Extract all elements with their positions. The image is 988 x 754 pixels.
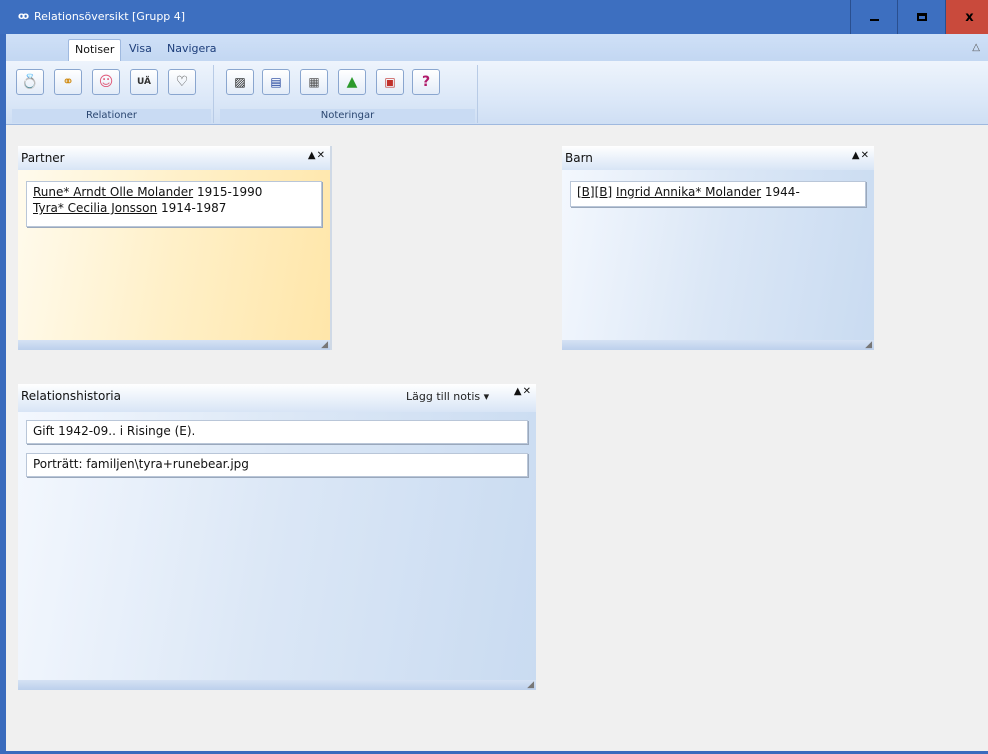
history-panel-header: Relationshistoria Lägg till notis ▾ ▲✕ bbox=[18, 384, 536, 412]
partner-heart-button[interactable]: ☺ bbox=[92, 69, 120, 95]
panel-close-icon[interactable]: ✕ bbox=[523, 386, 532, 397]
panel-collapse-icon[interactable]: ▲ bbox=[308, 150, 317, 161]
close-icon: x bbox=[965, 9, 974, 25]
relation-overview-window: ꝏ Relationsöversikt [Grupp 4] x Notiser … bbox=[0, 0, 988, 754]
barn-panel: Barn ▲✕ [B][B] Ingrid Annika* Molander 1… bbox=[562, 146, 874, 350]
warning-note-button[interactable]: ▲ bbox=[338, 69, 366, 95]
partner-panel-header: Partner ▲✕ bbox=[18, 146, 330, 170]
child-link[interactable]: Ingrid Annika* Molander bbox=[616, 185, 761, 199]
panel-collapse-icon[interactable]: ▲ bbox=[852, 150, 861, 161]
history-entry[interactable]: Gift 1942-09.. i Risinge (E). bbox=[26, 420, 528, 444]
panel-close-icon[interactable]: ✕ bbox=[861, 150, 870, 161]
add-note-label: Lägg till notis bbox=[406, 390, 481, 403]
maximize-icon bbox=[916, 13, 927, 21]
heart-face-icon: ☺ bbox=[98, 74, 114, 90]
ribbon-group-relationer: 💍 ⚭ ☺ UÄ ♡ Relationer bbox=[10, 65, 214, 123]
barn-panel-footer: ◢ bbox=[562, 340, 874, 350]
close-button[interactable]: x bbox=[945, 0, 988, 34]
tab-visa[interactable]: Visa bbox=[123, 39, 158, 61]
rings-icon: ⚭ bbox=[62, 74, 74, 90]
ribbon-group-label-noteringar: Noteringar bbox=[220, 109, 475, 123]
resize-grip-icon[interactable]: ◢ bbox=[527, 680, 534, 690]
divorce-button[interactable]: ♡ bbox=[168, 69, 196, 95]
source-note-button[interactable]: ▣ bbox=[376, 69, 404, 95]
child-prefix-link[interactable]: [B][B] bbox=[577, 185, 612, 199]
document-icon: ▤ bbox=[270, 75, 282, 89]
image-icon: ▨ bbox=[234, 75, 246, 89]
partner-panel-footer: ◢ bbox=[18, 340, 330, 350]
ring-icon: 💍 bbox=[21, 74, 39, 90]
panel-close-icon[interactable]: ✕ bbox=[317, 150, 326, 161]
ribbon-group-noteringar: ▨ ▤ ▦ ▲ ▣ ? Noteringar bbox=[218, 65, 478, 123]
history-panel-title: Relationshistoria bbox=[21, 389, 121, 403]
minimize-icon bbox=[870, 19, 879, 21]
warning-icon: ▲ bbox=[346, 74, 358, 90]
engagement-button[interactable]: ⚭ bbox=[54, 69, 82, 95]
partner-list: Rune* Arndt Olle Molander 1915-1990 Tyra… bbox=[26, 181, 322, 227]
collapse-ribbon-icon[interactable]: △ bbox=[972, 42, 980, 53]
title-bar: ꝏ Relationsöversikt [Grupp 4] x bbox=[0, 0, 988, 34]
spreadsheet-icon: ▦ bbox=[308, 75, 320, 89]
ribbon-body: 💍 ⚭ ☺ UÄ ♡ Relationer ▨ ▤ ▦ ▲ ▣ ? Noteri… bbox=[6, 61, 988, 125]
excel-note-button[interactable]: ▦ bbox=[300, 69, 328, 95]
partner-panel: Partner ▲✕ Rune* Arndt Olle Molander 191… bbox=[18, 146, 332, 350]
wedding-ring-button[interactable]: 💍 bbox=[16, 69, 44, 95]
window-title: Relationsöversikt [Grupp 4] bbox=[34, 10, 186, 23]
ribbon-tab-bar: Notiser Visa Navigera △ bbox=[6, 34, 988, 61]
chevron-down-icon: ▾ bbox=[483, 390, 490, 403]
partner-link[interactable]: Tyra* Cecilia Jonsson bbox=[33, 201, 157, 215]
partner-panel-title: Partner bbox=[21, 151, 65, 165]
partner-years: 1915-1990 bbox=[196, 185, 263, 199]
image-note-button[interactable]: ▨ bbox=[226, 69, 254, 95]
broken-heart-icon: ♡ bbox=[175, 74, 189, 90]
tab-navigera[interactable]: Navigera bbox=[161, 39, 223, 61]
child-years: 1944- bbox=[764, 185, 800, 199]
history-entry[interactable]: Porträtt: familjen\tyra+runebear.jpg bbox=[26, 453, 528, 477]
panel-collapse-icon[interactable]: ▲ bbox=[514, 386, 523, 397]
history-panel: Relationshistoria Lägg till notis ▾ ▲✕ G… bbox=[18, 384, 536, 690]
list-item: Tyra* Cecilia Jonsson 1914-1987 bbox=[33, 200, 315, 216]
ribbon-group-label-relationer: Relationer bbox=[12, 109, 211, 123]
text-note-button[interactable]: ▤ bbox=[262, 69, 290, 95]
resize-grip-icon[interactable]: ◢ bbox=[865, 340, 872, 350]
list-item: [B][B] Ingrid Annika* Molander 1944- bbox=[577, 184, 859, 200]
resize-grip-icon[interactable]: ◢ bbox=[321, 340, 328, 350]
barn-panel-title: Barn bbox=[565, 151, 593, 165]
question-note-button[interactable]: ? bbox=[412, 69, 440, 95]
tab-notiser[interactable]: Notiser bbox=[68, 39, 122, 61]
maximize-button[interactable] bbox=[897, 0, 945, 34]
question-icon: ? bbox=[421, 74, 431, 90]
partner-panel-controls: ▲✕ bbox=[308, 150, 326, 161]
partner-years: 1914-1987 bbox=[160, 201, 227, 215]
partner-link[interactable]: Rune* Arndt Olle Molander bbox=[33, 185, 193, 199]
minimize-button[interactable] bbox=[850, 0, 898, 34]
ua-label: UÄ bbox=[137, 77, 151, 87]
add-note-dropdown[interactable]: Lägg till notis ▾ bbox=[406, 390, 489, 403]
app-icon: ꝏ bbox=[18, 11, 30, 22]
barn-panel-controls: ▲✕ bbox=[852, 150, 870, 161]
history-panel-controls: ▲✕ bbox=[514, 386, 532, 397]
barn-panel-header: Barn ▲✕ bbox=[562, 146, 874, 170]
list-item: Rune* Arndt Olle Molander 1915-1990 bbox=[33, 184, 315, 200]
history-panel-footer: ◢ bbox=[18, 680, 536, 690]
child-list: [B][B] Ingrid Annika* Molander 1944- bbox=[570, 181, 866, 207]
ua-button[interactable]: UÄ bbox=[130, 69, 158, 95]
note-card-icon: ▣ bbox=[384, 75, 396, 89]
